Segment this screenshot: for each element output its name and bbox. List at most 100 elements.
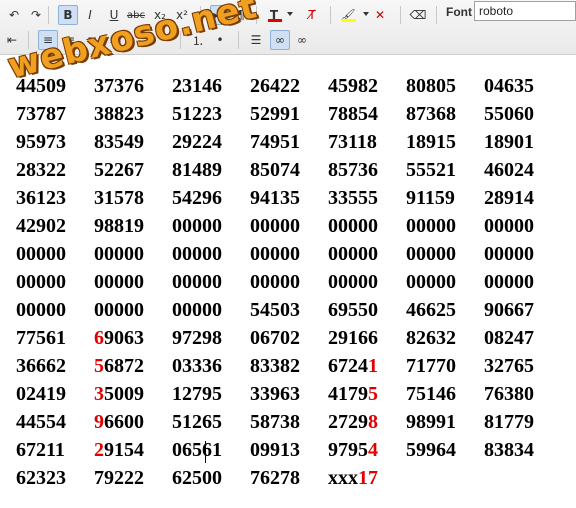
number-digits: 04635 xyxy=(484,75,534,97)
number-digits: 54503 xyxy=(250,299,300,321)
result-number: 58738 xyxy=(250,411,300,434)
highlight-color-swatch xyxy=(342,19,356,22)
result-number: xxx17 xyxy=(328,467,378,490)
result-number: 51223 xyxy=(172,103,222,126)
result-number: 56872 xyxy=(94,355,144,378)
text-cursor xyxy=(205,441,206,463)
result-number: 18915 xyxy=(406,131,456,154)
result-number: 69063 xyxy=(94,327,144,350)
number-digits: 00000 xyxy=(406,243,456,265)
result-number: 00000 xyxy=(406,243,456,266)
result-number: 54503 xyxy=(250,299,300,322)
result-number: 00000 xyxy=(328,243,378,266)
number-digits: 00000 xyxy=(172,299,222,321)
number-digits: 9063 xyxy=(104,327,144,349)
toolbar-separator xyxy=(436,6,437,24)
number-digits: 51223 xyxy=(172,103,222,125)
number-digits: 75146 xyxy=(406,383,456,405)
number-digits: 00000 xyxy=(328,243,378,265)
italic-button[interactable]: I xyxy=(80,5,100,25)
result-number: 06702 xyxy=(250,327,300,350)
number-digits: 18915 xyxy=(406,131,456,153)
highlighted-digit: 5 xyxy=(368,383,378,405)
number-digits: 42902 xyxy=(16,215,66,237)
font-input[interactable] xyxy=(474,1,576,21)
bold-button[interactable]: B xyxy=(58,5,78,25)
result-number: 00000 xyxy=(94,299,144,322)
result-number: 97954 xyxy=(328,439,378,462)
number-digits: 06702 xyxy=(250,327,300,349)
highlight-color-button[interactable]: 🖌 xyxy=(338,5,358,25)
result-number: 76278 xyxy=(250,467,300,490)
eraser-button[interactable]: ⌫ xyxy=(408,5,428,25)
result-number: 67241 xyxy=(328,355,378,378)
result-number: 29166 xyxy=(328,327,378,350)
result-number: 00000 xyxy=(94,271,144,294)
result-number: 83382 xyxy=(250,355,300,378)
result-number: 00000 xyxy=(406,271,456,294)
text-color-button[interactable]: T xyxy=(264,5,284,25)
number-digits: 00000 xyxy=(484,215,534,237)
result-number: 85736 xyxy=(328,159,378,182)
result-number: 73787 xyxy=(16,103,66,126)
result-number: 33963 xyxy=(250,383,300,406)
number-digits: 54296 xyxy=(172,187,222,209)
result-number: 08247 xyxy=(484,327,534,350)
number-digits: 37376 xyxy=(94,75,144,97)
clear-format-button[interactable]: T̸ xyxy=(302,5,322,25)
remove-highlight-button[interactable]: ✕ xyxy=(370,5,390,25)
number-digits: 80805 xyxy=(406,75,456,97)
number-digits: 26422 xyxy=(250,75,300,97)
chevron-down-icon[interactable] xyxy=(363,12,369,16)
number-digits: 00000 xyxy=(406,215,456,237)
highlighted-digit: 3 xyxy=(94,383,104,405)
number-digits: 2729 xyxy=(328,411,368,433)
number-digits: 00000 xyxy=(16,243,66,265)
result-number: 36123 xyxy=(16,187,66,210)
number-digits: 18901 xyxy=(484,131,534,153)
number-digits: 85074 xyxy=(250,159,300,181)
result-number: 00000 xyxy=(406,215,456,238)
number-digits: 29166 xyxy=(328,327,378,349)
result-number: 82632 xyxy=(406,327,456,350)
toolbar-separator xyxy=(48,6,49,24)
undo-icon[interactable]: ↶ xyxy=(4,5,24,25)
number-digits: 36662 xyxy=(16,355,66,377)
result-number: 87368 xyxy=(406,103,456,126)
result-number: 78854 xyxy=(328,103,378,126)
result-number: 12795 xyxy=(172,383,222,406)
editor-content-area[interactable]: 44509 37376 23146 26422 45982 80805 04635 73787… xyxy=(0,55,576,508)
result-number: 29224 xyxy=(172,131,222,154)
chevron-down-icon[interactable] xyxy=(287,12,293,16)
number-digits: 73787 xyxy=(16,103,66,125)
number-digits: 12795 xyxy=(172,383,222,405)
horizontal-rule-button[interactable]: ☰ xyxy=(246,30,266,50)
number-digits: 4179 xyxy=(328,383,368,405)
number-digits: 98819 xyxy=(94,215,144,237)
number-digits: 00000 xyxy=(328,215,378,237)
result-number: 00000 xyxy=(328,271,378,294)
redo-icon[interactable]: ↷ xyxy=(26,5,46,25)
result-number: 00000 xyxy=(172,215,222,238)
result-number: 55060 xyxy=(484,103,534,126)
result-number: 06561 xyxy=(172,439,222,462)
number-digits: 85736 xyxy=(328,159,378,181)
number-digits: 00000 xyxy=(94,271,144,293)
result-number: 52991 xyxy=(250,103,300,126)
number-digits: 52267 xyxy=(94,159,144,181)
result-number: 52267 xyxy=(94,159,144,182)
number-digits: 59964 xyxy=(406,439,456,461)
result-number: 90667 xyxy=(484,299,534,322)
number-digits: xxx xyxy=(328,467,358,489)
remove-link-button[interactable]: ∞ xyxy=(292,30,312,50)
number-digits: 46024 xyxy=(484,159,534,181)
number-digits: 91159 xyxy=(406,187,455,209)
number-digits: 83549 xyxy=(94,131,144,153)
highlighted-digit: 4 xyxy=(368,439,378,461)
number-digits: 87368 xyxy=(406,103,456,125)
number-digits: 62500 xyxy=(172,467,222,489)
result-number: 00000 xyxy=(328,215,378,238)
insert-link-button[interactable]: ∞ xyxy=(270,30,290,50)
number-digits: 78854 xyxy=(328,103,378,125)
number-digits: 55060 xyxy=(484,103,534,125)
